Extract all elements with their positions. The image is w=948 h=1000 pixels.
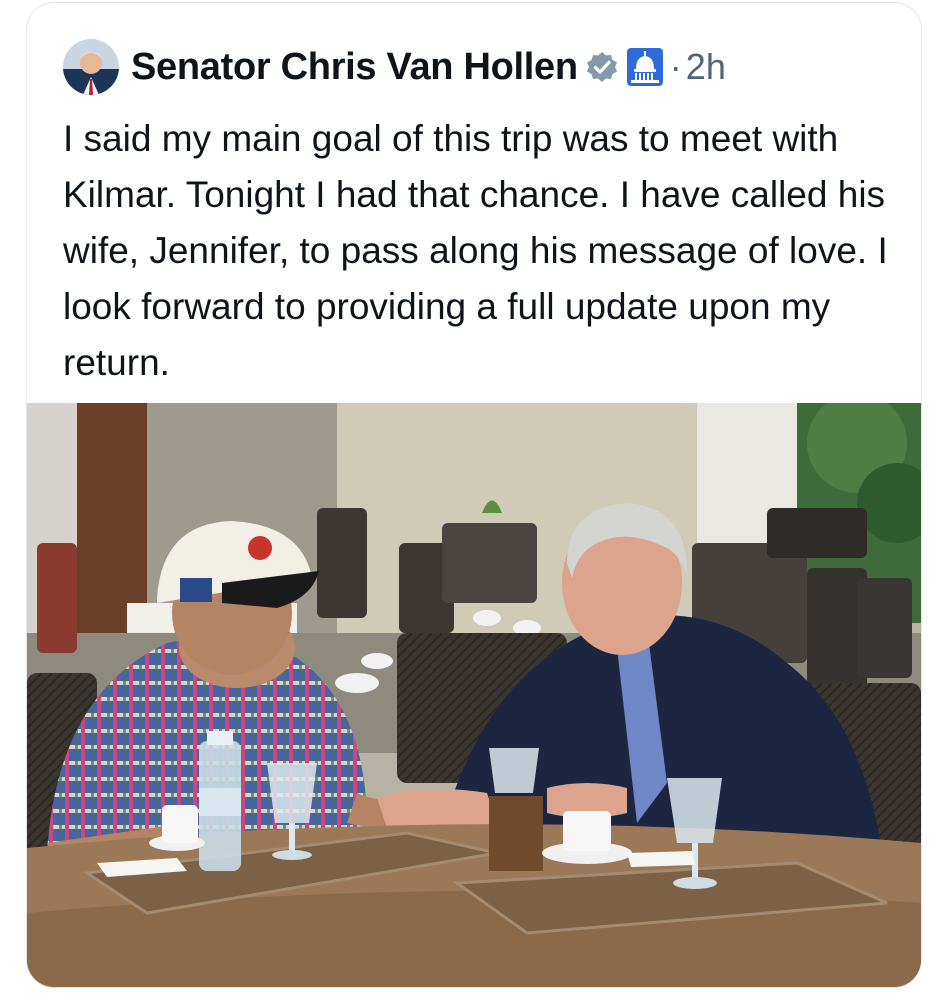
verified-badge-icon [586,51,618,83]
separator-dot: · [669,46,682,87]
avatar[interactable] [63,39,119,95]
tweet-card[interactable]: Senator Chris Van Hollen · 2h I said my … [26,2,922,988]
tweet-photo[interactable] [27,403,921,987]
tweet-header: Senator Chris Van Hollen · 2h [63,37,726,97]
display-name[interactable]: Senator Chris Van Hollen [131,46,578,89]
timestamp[interactable]: 2h [686,46,726,88]
capitol-icon [626,47,664,87]
tweet-text: I said my main goal of this trip was to … [63,118,888,383]
